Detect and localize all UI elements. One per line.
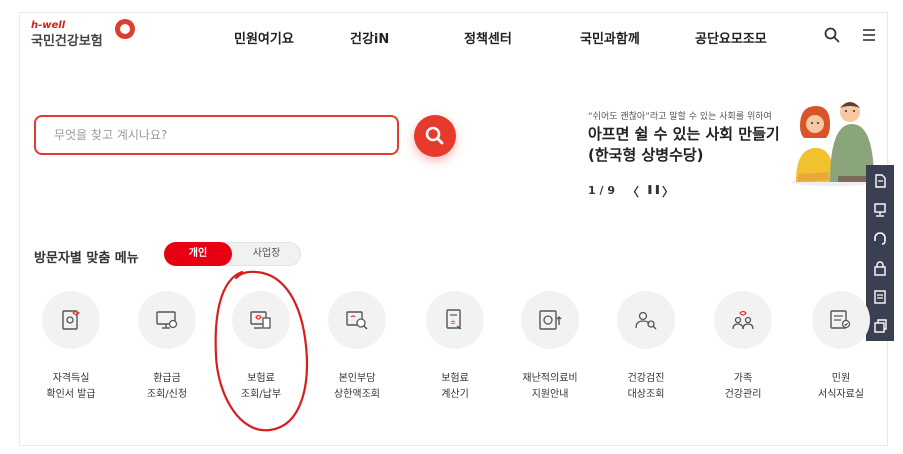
certificate-icon (62, 310, 81, 330)
couple-illustration (791, 102, 875, 186)
menu-item-label-line1: 환급금 (153, 373, 181, 384)
banner-page-indicator: 1 / 9 (588, 184, 615, 197)
menu-item-label-line2: 조회/납부 (240, 389, 282, 400)
menu-item-label-line1: 자격득실 (52, 373, 90, 384)
calculator-icon: ± (446, 309, 462, 330)
copy-icon[interactable] (866, 312, 894, 340)
menu-item-label-line1: 보험료 (247, 373, 275, 384)
menu-item-label-line2: 대상조회 (627, 389, 665, 400)
headset-icon[interactable] (866, 225, 894, 253)
toggle-individual[interactable]: 개인 (164, 242, 232, 266)
hamburger-menu-icon[interactable] (860, 26, 878, 44)
search-button[interactable] (414, 115, 456, 157)
search-icon (425, 126, 444, 145)
menu-item-label-line2: 조회/신청 (146, 389, 188, 400)
banner-subtitle: “쉬어도 괜찮아”라고 말할 수 있는 사회를 위하여 (588, 112, 772, 122)
form-library-icon (830, 310, 851, 329)
menu-item-label-line2: 서식자료실 (818, 389, 864, 400)
menu-item-label-line2: 계산기 (441, 389, 469, 400)
search-icon[interactable] (823, 26, 841, 44)
monitor-refund-icon (156, 311, 178, 329)
banner-next-button[interactable]: 〉 (662, 183, 674, 200)
form-icon[interactable] (866, 283, 894, 311)
main-nav: 민원여기요 건강iN 정책센터 국민과함께 공단요모조모 (0, 28, 903, 50)
nav-item-policy-center[interactable]: 정책센터 (464, 28, 512, 47)
toggle-business[interactable]: 사업장 (232, 242, 301, 266)
menu-item-label-line1: 재난적의료비 (522, 373, 578, 384)
family-icon (732, 310, 754, 330)
visitor-menu-title: 방문자별 맞춤 메뉴 (34, 251, 139, 266)
lock-icon[interactable] (866, 254, 894, 282)
nav-item-civil-service[interactable]: 민원여기요 (234, 28, 294, 47)
search-input[interactable] (34, 115, 399, 155)
menu-item-label-line1: 본인부담 (338, 373, 376, 384)
monitor-icon[interactable] (866, 196, 894, 224)
menu-item-label-line2: 상한액조회 (334, 389, 380, 400)
people-search-icon (635, 311, 657, 330)
menu-item-label-line1: 보험료 (441, 373, 469, 384)
banner-prev-button[interactable]: 〈 (627, 183, 639, 200)
nav-item-health-in[interactable]: 건강iN (350, 28, 389, 47)
menu-item-label-line1: 민원 (831, 373, 851, 384)
menu-item-label-line1: 가족 (733, 373, 753, 384)
menu-item-label-line2: 건강관리 (724, 389, 762, 400)
menu-item-label-line2: 확인서 발급 (46, 389, 96, 400)
banner-title-line1: 아프면 쉴 수 있는 사회 만들기 (588, 125, 780, 143)
medical-cost-icon (539, 310, 562, 330)
premium-payment-icon (250, 311, 271, 329)
document-icon[interactable] (866, 167, 894, 195)
menu-item-label-line2: 지원안내 (531, 389, 569, 400)
side-quick-toolbar (866, 165, 894, 341)
menu-item-label-line1: 건강검진 (627, 373, 665, 384)
nav-item-with-citizens[interactable]: 국민과함께 (580, 28, 640, 47)
svg-text:±: ± (450, 318, 456, 326)
banner-pause-button[interactable]: ❚❚ (646, 185, 661, 195)
banner-title-line2: (한국형 상병수당) (588, 146, 704, 164)
banner-title[interactable]: 아프면 쉴 수 있는 사회 만들기 (한국형 상병수당) (588, 124, 780, 166)
nav-item-about-agency[interactable]: 공단요모조모 (695, 28, 767, 47)
document-search-icon (346, 311, 368, 330)
